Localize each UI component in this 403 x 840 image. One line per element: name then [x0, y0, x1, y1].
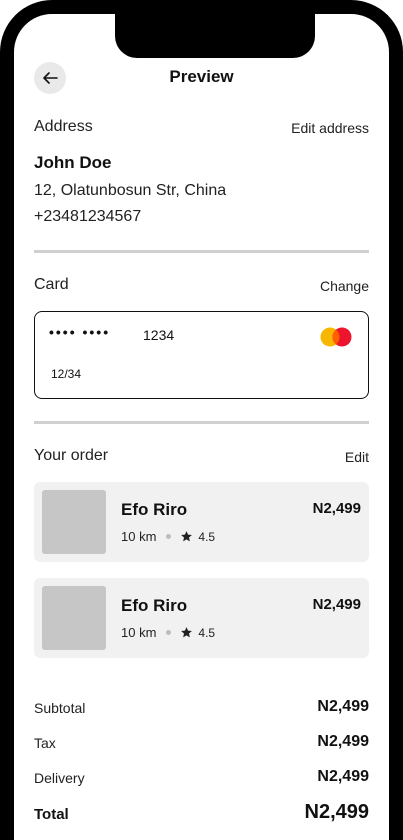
customer-name: John Doe: [34, 153, 112, 172]
edit-address-link[interactable]: Edit address: [291, 120, 369, 136]
card-expiry: 12/34: [51, 367, 82, 381]
section-divider: [34, 250, 369, 253]
item-name: Efo Riro: [121, 500, 188, 519]
edit-order-link[interactable]: Edit: [345, 449, 369, 465]
item-distance: 10 km: [121, 625, 157, 640]
item-price: N2,499: [312, 596, 361, 613]
address-label: Address: [34, 118, 93, 135]
subtotal-label: Subtotal: [34, 700, 86, 716]
tax-label: Tax: [34, 735, 56, 751]
item-name: Efo Riro: [121, 596, 188, 615]
item-thumbnail: [42, 586, 106, 650]
total-label: Total: [34, 806, 69, 823]
page-title: Preview: [169, 67, 234, 86]
total-value: N2,499: [304, 801, 370, 823]
phone-number: +23481234567: [34, 208, 142, 225]
mastercard-icon: [318, 326, 354, 348]
subtotal-value: N2,499: [317, 698, 369, 715]
order-item[interactable]: Efo Riro N2,499 10 km 4.5: [34, 482, 369, 562]
star-icon: [180, 626, 193, 639]
change-card-link[interactable]: Change: [320, 278, 369, 294]
item-meta: 10 km 4.5: [121, 529, 215, 544]
item-price: N2,499: [312, 500, 361, 517]
item-thumbnail: [42, 490, 106, 554]
street-address: 12, Olatunbosun Str, China: [34, 182, 227, 199]
order-item[interactable]: Efo Riro N2,499 10 km 4.5: [34, 578, 369, 658]
item-rating: 4.5: [198, 529, 216, 544]
your-order-label: Your order: [34, 447, 109, 464]
delivery-value: N2,499: [317, 768, 369, 785]
tax-value: N2,499: [317, 733, 369, 750]
separator-dot: [166, 630, 172, 635]
item-meta: 10 km 4.5: [121, 625, 215, 640]
section-divider: [34, 421, 369, 424]
device-notch: [115, 14, 315, 58]
separator-dot: [166, 534, 172, 539]
payment-card[interactable]: •••• •••• 1234 12/34: [34, 311, 369, 399]
item-rating: 4.5: [198, 625, 216, 640]
card-label: Card: [34, 276, 69, 293]
card-last-four: 1234: [143, 327, 175, 343]
star-icon: [180, 530, 193, 543]
card-masked-number: •••• ••••: [49, 324, 111, 340]
delivery-label: Delivery: [34, 770, 85, 786]
item-distance: 10 km: [121, 529, 157, 544]
